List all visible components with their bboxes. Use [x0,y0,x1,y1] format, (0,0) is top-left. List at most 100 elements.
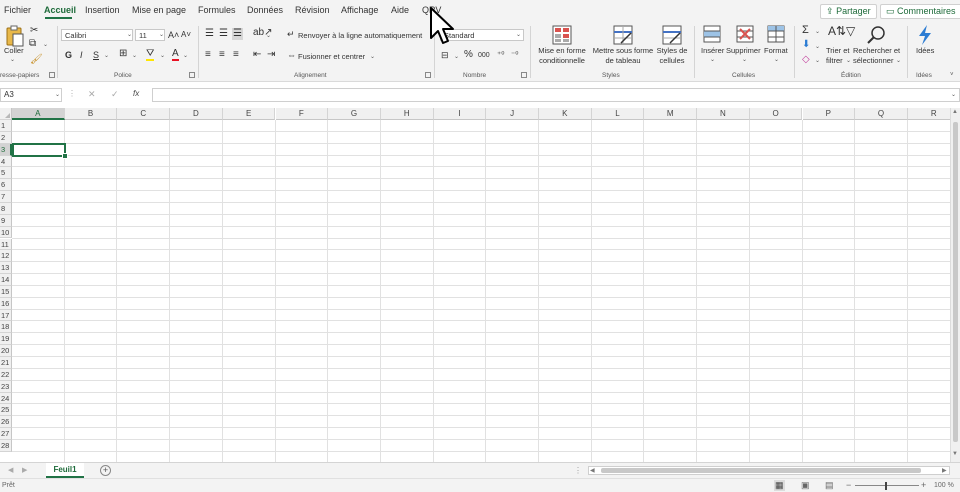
column-header-a[interactable]: A [12,108,65,120]
cancel-formula-icon[interactable]: ✕ [88,89,96,100]
zoom-out-icon[interactable]: − [846,480,851,490]
column-header-d[interactable]: D [170,108,223,120]
add-sheet-button[interactable]: + [100,465,111,476]
row-header-3[interactable]: 3 [0,143,12,156]
clear-chevron-icon[interactable]: ⌄ [815,57,820,64]
row-header-28[interactable]: 28 [0,439,12,452]
autosum-chevron-icon[interactable]: ⌄ [815,28,820,35]
alignment-launcher-icon[interactable] [425,72,431,78]
column-header-h[interactable]: H [380,108,434,120]
row-header-2[interactable]: 2 [0,131,12,144]
column-header-n[interactable]: N [697,108,750,120]
decrease-indent-icon[interactable]: ⇤ [253,50,261,60]
borders-icon[interactable]: ⊞ [119,49,127,59]
tab-affichage[interactable]: Affichage [341,5,378,15]
confirm-formula-icon[interactable]: ✓ [111,89,119,100]
insert-cells-icon[interactable] [703,25,721,43]
column-header-i[interactable]: I [433,108,487,120]
find-select-label-1[interactable]: Rechercher et [853,46,900,55]
row-header-23[interactable]: 23 [0,380,12,393]
decrease-decimal-icon[interactable]: ⁻⁰ [511,50,518,60]
increase-decimal-icon[interactable]: ⁺⁰ [497,50,504,60]
column-header-j[interactable]: J [486,108,539,120]
scroll-down-icon[interactable]: ▼ [952,451,958,457]
row-header-9[interactable]: 9 [0,214,12,227]
row-header-4[interactable]: 4 [0,155,12,168]
autosum-icon[interactable]: Σ [802,25,809,36]
cell-styles-label-2[interactable]: cellules [654,56,690,65]
font-size-chevron-icon[interactable]: ⌄ [159,31,164,38]
merge-chevron-icon[interactable]: ⌄ [370,53,375,60]
row-header-27[interactable]: 27 [0,428,12,440]
select-all-corner[interactable] [0,108,12,120]
number-launcher-icon[interactable] [521,72,527,78]
column-header-o[interactable]: O [749,108,803,120]
delete-chevron-icon[interactable]: ⌄ [742,56,747,63]
paste-label[interactable]: Coller [4,46,24,55]
number-format-chevron-icon[interactable]: ⌄ [516,31,521,38]
font-color-chevron-icon[interactable]: ⌄ [183,52,188,59]
fill-color-chevron-icon[interactable]: ⌄ [160,52,165,59]
expand-formula-bar-icon[interactable]: ⌄ [951,91,956,98]
column-header-l[interactable]: L [591,108,645,120]
worksheet-grid[interactable]: ABCDEFGHIJKLMNOPQR 1 2 3 4 5 6 7 8 9 10 11 12 13 14 15… [0,108,960,462]
conditional-format-label-1[interactable]: Mise en forme [534,46,590,55]
row-header-16[interactable]: 16 [0,297,12,310]
align-right-icon[interactable]: ≡ [233,50,239,60]
insert-function-icon[interactable]: fx [133,89,139,98]
name-box[interactable]: A3 [0,88,62,102]
normal-view-icon[interactable]: ▦ [774,480,785,491]
sheet-tab-feuil1[interactable]: Feuil1 [46,463,84,478]
paste-dropdown-icon[interactable]: ⌄ [10,56,15,63]
insert-chevron-icon[interactable]: ⌄ [710,56,715,63]
sort-filter-icon[interactable]: A⇅▽ [828,25,855,37]
wrap-text-button[interactable]: Renvoyer à la ligne automatiquement [298,31,422,40]
vertical-scroll-thumb[interactable] [953,122,958,442]
row-header-1[interactable]: 1 [0,120,12,132]
tab-donnees[interactable]: Données [247,5,283,15]
tab-accueil[interactable]: Accueil [44,5,76,15]
accounting-format-icon[interactable]: ⊟ [441,50,449,60]
align-left-icon[interactable]: ≡ [205,50,211,60]
tab-split-handle-icon[interactable]: ⋮ [574,466,582,475]
increase-indent-icon[interactable]: ⇥ [267,50,275,60]
column-header-b[interactable]: B [64,108,118,120]
copy-icon[interactable]: ⧉ [29,39,36,49]
formula-input[interactable] [152,88,960,102]
cell-styles-icon[interactable] [662,25,682,45]
format-as-table-label-1[interactable]: Mettre sous forme [592,46,654,55]
row-header-21[interactable]: 21 [0,357,12,369]
column-header-m[interactable]: M [644,108,698,120]
scroll-left-icon[interactable]: ◀ [590,467,595,474]
align-bottom-icon[interactable]: ☰ [232,28,243,40]
row-header-13[interactable]: 13 [0,262,12,275]
underline-chevron-icon[interactable]: ⌄ [104,52,109,59]
format-cells-button[interactable]: Format [764,46,788,55]
font-name-select[interactable]: Calibri [61,29,133,41]
tab-aide[interactable]: Aide [391,5,409,15]
orientation-chevron-icon[interactable]: ⌄ [266,32,271,39]
column-header-g[interactable]: G [328,108,381,120]
decrease-font-icon[interactable]: A˅ [181,30,191,40]
prev-sheet-icon[interactable]: ◀ [8,466,13,474]
horizontal-scrollbar[interactable]: ◀ ▶ [588,466,950,475]
clipboard-launcher-icon[interactable] [49,72,55,78]
row-header-17[interactable]: 17 [0,309,12,322]
collapse-ribbon-icon[interactable]: ˅ [950,72,954,78]
sort-filter-label-1[interactable]: Trier et [826,46,849,55]
tab-formules[interactable]: Formules [198,5,236,15]
row-header-20[interactable]: 20 [0,345,12,357]
column-header-q[interactable]: Q [855,108,908,120]
cut-icon[interactable]: ✂ [30,26,38,36]
column-header-e[interactable]: E [222,108,276,120]
row-header-18[interactable]: 18 [0,321,12,334]
column-header-p[interactable]: P [802,108,856,120]
percent-button[interactable]: % [464,50,473,60]
row-header-15[interactable]: 15 [0,285,12,298]
tab-mise-en-page[interactable]: Mise en page [132,5,186,15]
format-as-table-label-2[interactable]: de tableau [592,56,654,65]
row-header-22[interactable]: 22 [0,368,12,381]
align-middle-icon[interactable]: ☰ [219,29,228,39]
fill-icon[interactable]: ⬇ [802,40,810,50]
column-header-k[interactable]: K [539,108,592,120]
